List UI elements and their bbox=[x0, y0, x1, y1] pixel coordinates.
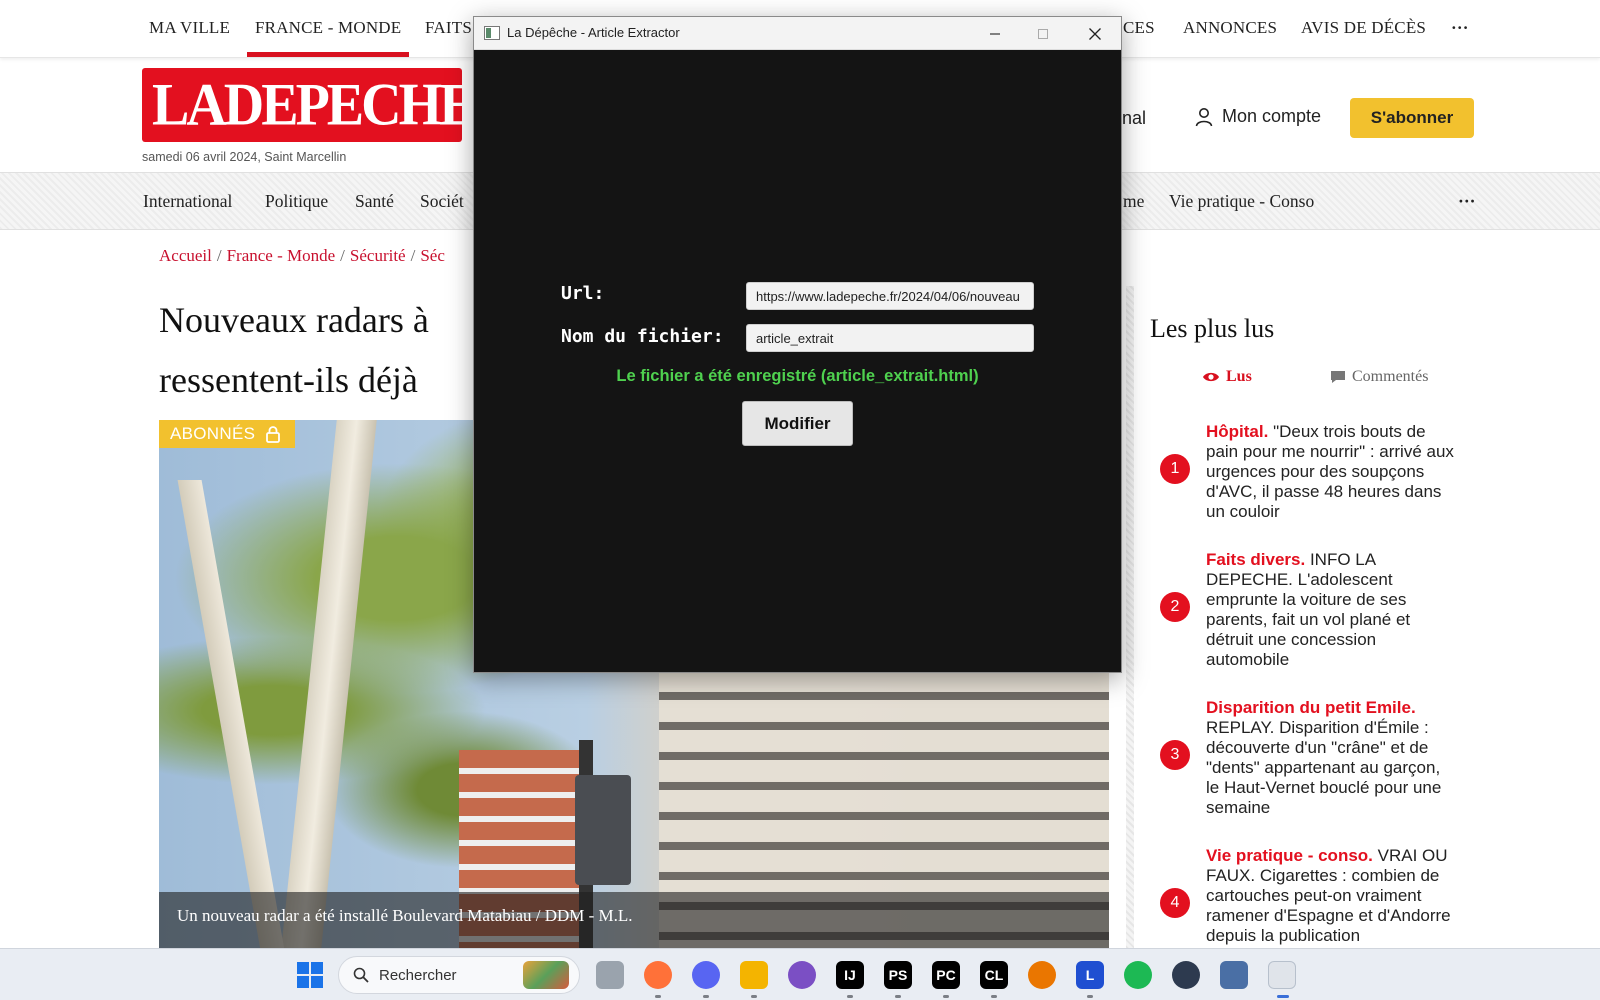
nav-france-monde[interactable]: FRANCE - MONDE bbox=[246, 18, 410, 57]
minimize-button[interactable] bbox=[971, 17, 1019, 50]
account-label: Mon compte bbox=[1222, 106, 1322, 126]
nav-more-menu[interactable]: ··· bbox=[1451, 18, 1469, 38]
breadcrumb-accueil[interactable]: Accueil bbox=[159, 246, 212, 265]
breadcrumb: Accueil / France - Monde / Sécurité / Séc bbox=[159, 246, 445, 265]
comment-icon bbox=[1331, 371, 1345, 383]
breadcrumb-securite[interactable]: Sécurité bbox=[350, 246, 406, 265]
close-button[interactable] bbox=[1071, 17, 1119, 50]
most-read-title: Les plus lus bbox=[1150, 314, 1275, 343]
window-title: La Dépêche - Article Extractor bbox=[507, 25, 680, 40]
intellij-icon[interactable]: IJ bbox=[836, 961, 864, 989]
task-view-icon[interactable] bbox=[596, 961, 624, 989]
radar-camera bbox=[575, 775, 631, 885]
cat-sante[interactable]: Santé bbox=[355, 191, 394, 212]
nav-ma-ville[interactable]: MA VILLE bbox=[149, 18, 230, 38]
close-icon bbox=[1089, 27, 1101, 40]
article-extractor-window: La Dépêche - Article Extractor Url: http… bbox=[473, 16, 1122, 673]
window-titlebar[interactable]: La Dépêche - Article Extractor bbox=[474, 17, 1121, 50]
modify-button[interactable]: Modifier bbox=[742, 401, 853, 446]
subscribers-badge: ABONNÉS bbox=[159, 420, 295, 448]
tab-most-commented[interactable]: Commentés bbox=[1330, 368, 1428, 386]
site-logo[interactable]: LADEPECHE . fr bbox=[142, 68, 530, 142]
app-l-icon[interactable]: L bbox=[1076, 961, 1104, 989]
nav-services[interactable]: CES bbox=[1123, 18, 1155, 38]
vpn-lock-icon[interactable] bbox=[1172, 961, 1200, 989]
rank-badge: 4 bbox=[1160, 888, 1190, 918]
nav-annonces[interactable]: ANNONCES bbox=[1183, 18, 1277, 38]
taskbar-search[interactable]: Rechercher bbox=[338, 956, 580, 994]
search-placeholder: Rechercher bbox=[379, 966, 457, 984]
cat-societe[interactable]: Sociét bbox=[420, 191, 464, 212]
url-input[interactable]: https://www.ladepeche.fr/2024/04/06/nouv… bbox=[746, 282, 1034, 310]
tab-most-commented-label: Commentés bbox=[1352, 368, 1429, 385]
lock-icon bbox=[266, 426, 281, 443]
sidebar-scroll-track[interactable] bbox=[1126, 286, 1134, 948]
nav-avis-de-deces[interactable]: AVIS DE DÉCÈS bbox=[1301, 18, 1426, 38]
search-icon bbox=[353, 967, 369, 983]
tab-most-read-label: Lus bbox=[1226, 368, 1252, 385]
app-icon bbox=[484, 26, 500, 40]
most-read-text: Vie pratique - conso. VRAI OU FAUX. Ciga… bbox=[1206, 846, 1451, 945]
windows-start-icon[interactable] bbox=[297, 962, 323, 988]
most-read-category: Vie pratique - conso. bbox=[1206, 846, 1373, 865]
save-status-message: Le fichier a été enregistré (article_ext… bbox=[616, 367, 979, 385]
dateline: samedi 06 avril 2024, Saint Marcellin bbox=[142, 150, 347, 164]
subscribers-label: ABONNÉS bbox=[170, 424, 256, 443]
blender-icon[interactable] bbox=[1028, 961, 1056, 989]
rank-badge: 1 bbox=[1160, 454, 1190, 484]
network-app-icon[interactable] bbox=[1220, 961, 1248, 989]
java-icon[interactable] bbox=[1268, 961, 1296, 989]
firefox-icon[interactable] bbox=[644, 961, 672, 989]
github-desktop-icon[interactable] bbox=[788, 961, 816, 989]
subscribe-button[interactable]: S'abonner bbox=[1350, 98, 1474, 138]
logo-wordmark: LADEPECHE bbox=[152, 71, 476, 139]
most-read-text: Hôpital. "Deux trois bouts de pain pour … bbox=[1206, 422, 1454, 521]
rank-badge: 2 bbox=[1160, 592, 1190, 622]
windows-taskbar: Rechercher IJ PS PC CL L bbox=[0, 948, 1600, 1000]
tab-most-read[interactable]: Lus bbox=[1202, 368, 1252, 386]
most-read-text: Disparition du petit Emile. REPLAY. Disp… bbox=[1206, 698, 1442, 817]
phpstorm-icon[interactable]: PS bbox=[884, 961, 912, 989]
search-highlight-icon bbox=[523, 961, 569, 989]
rank-badge: 3 bbox=[1160, 740, 1190, 770]
cat-tourisme[interactable]: me bbox=[1123, 191, 1144, 212]
cat-vie-pratique[interactable]: Vie pratique - Conso bbox=[1169, 191, 1314, 212]
spotify-icon[interactable] bbox=[1124, 961, 1152, 989]
cat-international[interactable]: International bbox=[143, 191, 232, 212]
breadcrumb-securite-routiere[interactable]: Séc bbox=[420, 246, 445, 265]
account-link[interactable]: Mon compte bbox=[1194, 106, 1321, 127]
pycharm-icon[interactable]: PC bbox=[932, 961, 960, 989]
maximize-button bbox=[1019, 17, 1067, 50]
discord-icon[interactable] bbox=[692, 961, 720, 989]
image-caption: Un nouveau radar a été installé Boulevar… bbox=[159, 892, 1109, 948]
most-read-category: Faits divers. bbox=[1206, 550, 1306, 569]
minimize-icon bbox=[990, 32, 1000, 35]
most-read-category: Disparition du petit Emile. bbox=[1206, 698, 1416, 717]
cat-politique[interactable]: Politique bbox=[265, 191, 328, 212]
most-read-text: Faits divers. INFO LA DEPECHE. L'adolesc… bbox=[1206, 550, 1411, 669]
user-icon bbox=[1195, 107, 1213, 126]
breadcrumb-france-monde[interactable]: France - Monde bbox=[227, 246, 336, 265]
nav-faits-divers[interactable]: FAITS bbox=[425, 18, 472, 38]
url-label: Url: bbox=[561, 283, 605, 304]
cat-more-menu[interactable]: ··· bbox=[1458, 191, 1476, 212]
file-explorer-icon[interactable] bbox=[740, 961, 768, 989]
clion-icon[interactable]: CL bbox=[980, 961, 1008, 989]
maximize-icon bbox=[1038, 28, 1048, 39]
eye-icon bbox=[1203, 372, 1219, 382]
filename-input[interactable]: article_extrait bbox=[746, 324, 1034, 352]
most-read-category: Hôpital. bbox=[1206, 422, 1269, 441]
filename-label: Nom du fichier: bbox=[561, 326, 724, 347]
